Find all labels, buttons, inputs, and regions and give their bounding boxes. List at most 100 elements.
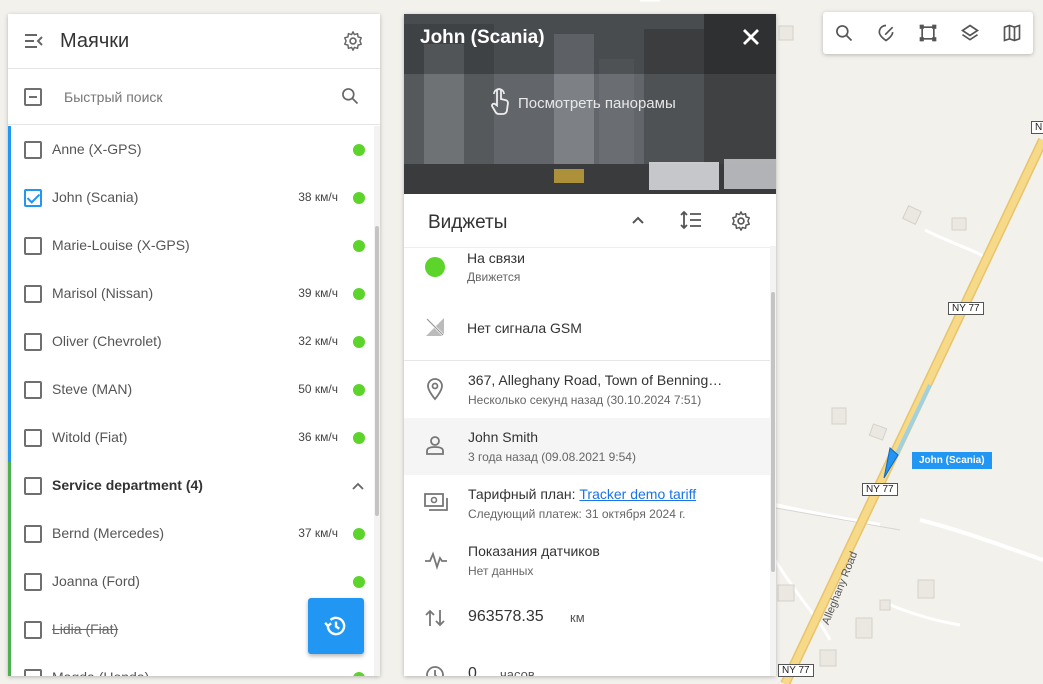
beacon-row[interactable]: John (Scania) 38 км/ч xyxy=(8,174,368,222)
select-area-icon[interactable] xyxy=(907,12,949,54)
beacons-header: Маячки xyxy=(8,14,380,69)
road-shield: NY 77 xyxy=(778,664,814,677)
address-widget[interactable]: 367, Alleghany Road, Town of Benning… Не… xyxy=(404,361,770,418)
sensors-status: Нет данных xyxy=(468,564,534,578)
group-row[interactable]: Service department (4) xyxy=(8,462,368,510)
chevron-up-icon[interactable] xyxy=(628,210,648,235)
online-status-dot xyxy=(353,192,365,204)
beacon-name: Marie-Louise (X-GPS) xyxy=(52,237,190,253)
online-status-dot xyxy=(353,240,365,252)
engine-hours-value: 0 xyxy=(468,665,477,676)
view-panorama-link[interactable]: Посмотреть панорамы xyxy=(488,86,676,121)
beacon-name: Steve (MAN) xyxy=(52,381,133,397)
beacon-row[interactable]: Magda (Honda) xyxy=(8,654,368,676)
money-icon xyxy=(424,491,448,518)
group-stripe xyxy=(8,366,11,414)
map-type-icon[interactable] xyxy=(991,12,1033,54)
sensors-title: Показания датчиков xyxy=(468,543,600,559)
widgets-scrollbar[interactable] xyxy=(770,246,776,676)
street-panorama[interactable]: John (Scania) Посмотреть панорамы xyxy=(404,14,776,194)
group-stripe xyxy=(8,558,11,606)
beacon-checkbox[interactable] xyxy=(24,429,42,447)
tariff-link[interactable]: Tracker demo tariff xyxy=(579,486,696,502)
beacon-checkbox[interactable] xyxy=(24,333,42,351)
driver-time: 3 года назад (09.08.2021 9:54) xyxy=(468,450,636,464)
beacon-title: John (Scania) xyxy=(420,27,545,48)
view-panorama-label: Посмотреть панорамы xyxy=(518,95,676,112)
beacon-checkbox[interactable] xyxy=(24,525,42,543)
widgets-list: На связи Движется Нет сигнала GSM 367, A… xyxy=(404,246,772,676)
beacon-checkbox[interactable] xyxy=(24,573,42,591)
sensors-widget[interactable]: Показания датчиков Нет данных xyxy=(404,532,770,589)
beacon-checkbox[interactable] xyxy=(24,621,42,639)
road-shield: NY 77 xyxy=(948,302,984,315)
group-stripe xyxy=(8,126,11,174)
collapse-menu-icon[interactable] xyxy=(24,32,44,55)
engine-hours-widget: 0 часов xyxy=(404,646,770,676)
group-stripe xyxy=(8,318,11,366)
beacon-speed: 50 км/ч xyxy=(298,382,338,396)
beacons-title: Маячки xyxy=(60,30,130,52)
beacon-speed: 37 км/ч xyxy=(298,526,338,540)
group-stripe xyxy=(8,222,11,270)
beacon-name: Anne (X-GPS) xyxy=(52,141,142,157)
geofence-icon[interactable] xyxy=(865,12,907,54)
tariff-line: Тарифный план: Tracker demo tariff xyxy=(468,486,696,502)
online-status-dot xyxy=(353,528,365,540)
group-stripe xyxy=(8,510,11,558)
beacon-row[interactable]: Bernd (Mercedes) 37 км/ч xyxy=(8,510,368,558)
road-shield: NY 77 xyxy=(862,483,898,496)
online-status-dot xyxy=(353,432,365,444)
group-stripe xyxy=(8,174,11,222)
beacon-checkbox[interactable] xyxy=(24,285,42,303)
sort-icon[interactable] xyxy=(680,210,702,235)
person-icon xyxy=(424,434,446,461)
beacon-row[interactable]: Anne (X-GPS) xyxy=(8,126,368,174)
beacon-checkbox[interactable] xyxy=(24,141,42,159)
status-widget: На связи Движется xyxy=(404,246,770,302)
driver-widget[interactable]: John Smith 3 года назад (09.08.2021 9:54… xyxy=(404,418,770,475)
online-status-dot xyxy=(353,144,365,156)
beacon-name: Bernd (Mercedes) xyxy=(52,525,165,541)
chevron-up-icon[interactable] xyxy=(350,478,366,499)
beacon-checkbox[interactable] xyxy=(24,477,42,495)
beacon-row[interactable]: Marisol (Nissan) 39 км/ч xyxy=(8,270,368,318)
beacon-list: Anne (X-GPS) John (Scania) 38 км/ч Marie-Lo… xyxy=(8,126,376,676)
history-button[interactable] xyxy=(308,598,364,654)
beacon-row[interactable]: Steve (MAN) 50 км/ч xyxy=(8,366,368,414)
beacon-checkbox[interactable] xyxy=(24,381,42,399)
vehicle-map-label[interactable]: John (Scania) xyxy=(912,452,992,469)
online-status-dot xyxy=(353,576,365,588)
beacon-speed: 32 км/ч xyxy=(298,334,338,348)
layers-icon[interactable] xyxy=(949,12,991,54)
beacon-checkbox[interactable] xyxy=(24,669,42,676)
beacon-name: Service department (4) xyxy=(52,477,203,493)
beacon-speed: 39 км/ч xyxy=(298,286,338,300)
beacon-name: Marisol (Nissan) xyxy=(52,285,154,301)
beacon-name: Witold (Fiat) xyxy=(52,429,128,445)
close-icon[interactable] xyxy=(742,28,760,51)
beacon-row[interactable]: Marie-Louise (X-GPS) xyxy=(8,222,368,270)
movement-text: Движется xyxy=(467,270,521,284)
gear-icon[interactable] xyxy=(730,210,752,237)
beacon-row[interactable]: Oliver (Chevrolet) 32 км/ч xyxy=(8,318,368,366)
beacon-list-scrollbar[interactable] xyxy=(374,126,380,676)
beacon-checkbox[interactable] xyxy=(24,189,42,207)
widgets-header: Виджеты xyxy=(404,194,776,248)
quick-search-input[interactable] xyxy=(64,85,324,109)
search-icon[interactable] xyxy=(340,86,360,111)
gear-icon[interactable] xyxy=(342,30,364,57)
select-all-checkbox[interactable] xyxy=(24,88,42,106)
road-shield: N xyxy=(1031,121,1043,134)
engine-hours-icon xyxy=(424,664,446,676)
online-status-dot xyxy=(353,384,365,396)
beacon-row[interactable]: Witold (Fiat) 36 км/ч xyxy=(8,414,368,462)
next-payment-text: Следующий платеж: 31 октября 2024 г. xyxy=(468,507,686,521)
beacon-checkbox[interactable] xyxy=(24,237,42,255)
status-text: На связи xyxy=(467,250,525,266)
group-stripe xyxy=(8,606,11,654)
search-icon[interactable] xyxy=(823,12,865,54)
beacon-name: John (Scania) xyxy=(52,189,139,205)
beacon-name: Joanna (Ford) xyxy=(52,573,140,589)
odometer-widget: 963578.35 км xyxy=(404,589,770,646)
